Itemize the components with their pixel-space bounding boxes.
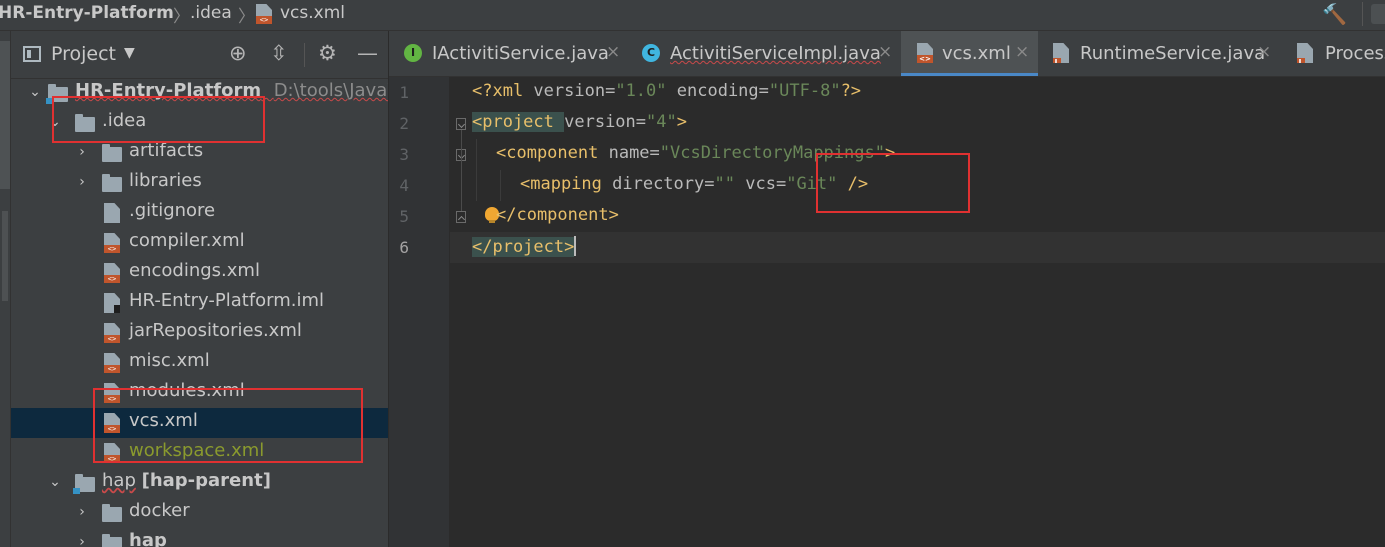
tree-label: HR-Entry-Platform.iml bbox=[129, 290, 325, 311]
folder-icon bbox=[102, 504, 122, 522]
text-caret bbox=[574, 236, 577, 256]
tab-vcs-xml[interactable]: vcs.xml × bbox=[901, 31, 1038, 76]
line-number: 5 bbox=[399, 207, 409, 226]
chevron-right-icon: 〉 bbox=[173, 7, 190, 27]
breadcrumb-folder[interactable]: .idea bbox=[190, 3, 232, 23]
project-window-icon bbox=[23, 46, 41, 62]
locate-target-icon[interactable]: ⊕ bbox=[229, 41, 247, 65]
tree-row-iml[interactable]: HR-Entry-Platform.iml bbox=[11, 288, 388, 318]
module-file-icon bbox=[104, 293, 120, 313]
code-line-1: <?xml version="1.0" encoding="UTF-8"?> bbox=[450, 77, 1385, 108]
breadcrumb-file[interactable]: vcs.xml bbox=[280, 3, 345, 23]
tree-row-compiler[interactable]: compiler.xml bbox=[11, 228, 388, 258]
code-text: <?xml version="1.0" encoding="UTF-8"?> bbox=[472, 81, 862, 101]
annotation-box-vcs-workspace bbox=[93, 388, 363, 463]
chevron-right-icon[interactable]: › bbox=[75, 504, 89, 520]
tab-label: RuntimeService.java bbox=[1080, 43, 1266, 64]
tree-label: libraries bbox=[129, 170, 202, 191]
class-icon: C bbox=[642, 44, 660, 62]
module-folder-icon bbox=[73, 474, 95, 494]
tab-label: vcs.xml bbox=[942, 43, 1011, 64]
tree-row-jarrepositories[interactable]: jarRepositories.xml bbox=[11, 318, 388, 348]
tab-runtimeservice[interactable]: RuntimeService.java × bbox=[1039, 31, 1279, 76]
xml-file-icon bbox=[104, 263, 120, 283]
chevron-down-icon[interactable]: ⌄ bbox=[28, 84, 42, 100]
build-hammer-icon[interactable]: 🔨 bbox=[1322, 2, 1347, 26]
java-file-icon bbox=[1297, 43, 1313, 63]
tab-label: IActivitiService.java bbox=[432, 43, 609, 64]
caret-down-icon[interactable]: ▼ bbox=[124, 45, 135, 61]
xml-file-icon bbox=[256, 4, 272, 24]
project-panel-title[interactable]: Project bbox=[51, 43, 116, 65]
code-line-6: </project> bbox=[450, 232, 1385, 263]
tree-label: encodings.xml bbox=[129, 260, 260, 281]
line-number: 6 bbox=[399, 238, 409, 257]
annotation-box-idea bbox=[52, 96, 265, 143]
chevron-right-icon: 〉 bbox=[238, 7, 255, 27]
structure-tool-tab[interactable] bbox=[2, 211, 8, 301]
tree-row-hap-module[interactable]: ⌄ hap [hap-parent] bbox=[11, 468, 388, 498]
xml-file-icon bbox=[104, 353, 120, 373]
project-panel-header: Project ▼ ⊕ ⇳ ⚙ — bbox=[11, 31, 388, 79]
run-config-chip[interactable] bbox=[1371, 4, 1385, 24]
line-number: 1 bbox=[399, 83, 409, 102]
close-icon[interactable]: × bbox=[1257, 42, 1271, 62]
chevron-right-icon[interactable]: › bbox=[75, 534, 89, 547]
code-line-2: <project version="4"> bbox=[450, 108, 1385, 139]
line-number: 2 bbox=[399, 114, 409, 133]
chevron-right-icon[interactable]: › bbox=[75, 174, 89, 190]
editor-tab-bar: I IActivitiService.java × C ActivitiServ… bbox=[389, 31, 1385, 77]
breadcrumb-project[interactable]: HR-Entry-Platform bbox=[0, 3, 174, 23]
tree-row-libraries[interactable]: › libraries bbox=[11, 168, 388, 198]
editor-code-area[interactable]: <?xml version="1.0" encoding="UTF-8"?> <… bbox=[450, 77, 1385, 547]
close-icon[interactable]: × bbox=[878, 42, 892, 62]
xml-file-icon bbox=[917, 43, 933, 63]
editor-gutter: 1 2 3 4 5 6 bbox=[389, 77, 466, 547]
tree-row-hap[interactable]: › hap bbox=[11, 528, 388, 547]
line-number: 4 bbox=[399, 176, 409, 195]
folder-icon bbox=[102, 534, 122, 547]
close-icon[interactable]: × bbox=[1015, 42, 1029, 62]
tree-row-gitignore[interactable]: .gitignore bbox=[11, 198, 388, 228]
collapse-all-icon[interactable]: ⇳ bbox=[270, 41, 288, 65]
tree-label: hap bbox=[129, 530, 167, 547]
minimize-icon[interactable]: — bbox=[357, 41, 378, 65]
tool-window-stripe bbox=[0, 31, 11, 547]
tree-row-encodings[interactable]: encodings.xml bbox=[11, 258, 388, 288]
tab-label: Process bbox=[1325, 43, 1385, 64]
tree-label: docker bbox=[129, 500, 190, 521]
text-file-icon bbox=[104, 203, 120, 223]
java-file-icon bbox=[1053, 43, 1069, 63]
code-text: </project> bbox=[472, 236, 577, 257]
tree-label: artifacts bbox=[129, 140, 204, 161]
gear-icon[interactable]: ⚙ bbox=[318, 41, 337, 65]
code-text: <project version="4"> bbox=[472, 112, 687, 132]
folder-icon bbox=[102, 174, 122, 192]
tree-label: .gitignore bbox=[129, 200, 216, 221]
code-text: </component> bbox=[496, 205, 619, 225]
close-icon[interactable]: × bbox=[606, 42, 620, 62]
project-tool-tab[interactable] bbox=[0, 41, 10, 189]
line-number: 3 bbox=[399, 145, 409, 164]
tree-label: misc.xml bbox=[129, 350, 210, 371]
folder-icon bbox=[102, 144, 122, 162]
annotation-box-git bbox=[816, 153, 970, 213]
toolbar-divider bbox=[1362, 2, 1363, 26]
interface-icon: I bbox=[404, 44, 422, 62]
tab-iactivitiservice[interactable]: I IActivitiService.java × bbox=[389, 31, 629, 76]
tree-label: hap [hap-parent] bbox=[102, 470, 271, 491]
tab-process[interactable]: Process bbox=[1280, 31, 1385, 76]
panel-divider bbox=[304, 43, 305, 67]
tab-activitiserviceimpl[interactable]: C ActivitiServiceImpl.java × bbox=[630, 31, 900, 76]
navigation-bar: HR-Entry-Platform 〉 .idea 〉 vcs.xml 🔨 bbox=[0, 0, 1385, 31]
tree-row-docker[interactable]: › docker bbox=[11, 498, 388, 528]
xml-file-icon bbox=[104, 233, 120, 253]
chevron-right-icon[interactable]: › bbox=[75, 144, 89, 160]
tree-row-misc[interactable]: misc.xml bbox=[11, 348, 388, 378]
tree-label: compiler.xml bbox=[129, 230, 245, 251]
xml-file-icon bbox=[104, 323, 120, 343]
chevron-down-icon[interactable]: ⌄ bbox=[48, 474, 62, 490]
tree-label: jarRepositories.xml bbox=[129, 320, 302, 341]
tab-label: ActivitiServiceImpl.java bbox=[670, 43, 881, 64]
